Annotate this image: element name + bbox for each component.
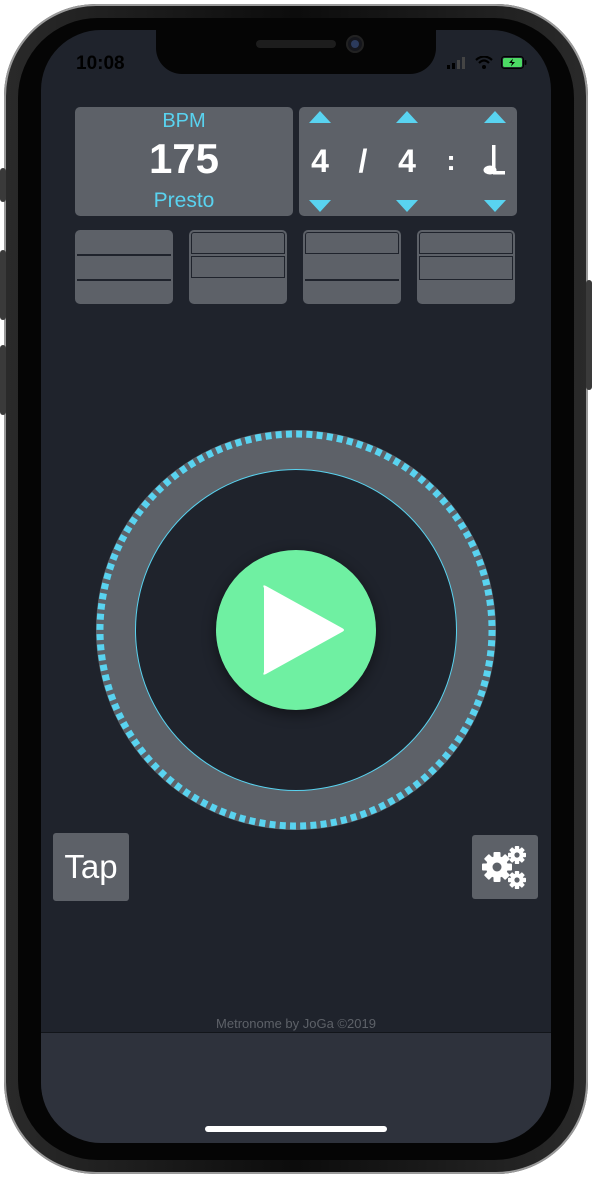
beats-value: 4	[311, 143, 329, 179]
status-time: 10:08	[76, 53, 125, 74]
bpm-value: 175	[148, 135, 220, 182]
play-button[interactable]	[216, 550, 376, 710]
wifi-icon	[475, 56, 493, 69]
beats-down-arrow[interactable]	[309, 200, 331, 212]
status-icons	[447, 56, 527, 69]
beat-segment	[191, 256, 285, 278]
note-icon	[483, 145, 505, 175]
speaker-grille	[256, 40, 336, 48]
gear-icon	[482, 846, 526, 889]
beat-divider	[77, 254, 171, 256]
beat-segment	[419, 256, 513, 280]
beat-segment	[419, 232, 513, 254]
beats-up-arrow[interactable]	[309, 111, 331, 123]
bpm-label: BPM	[162, 110, 206, 132]
footer-credit: Metronome by JoGa ©2019	[216, 1016, 376, 1031]
side-button-power	[586, 280, 592, 390]
notch	[156, 30, 436, 74]
settings-button[interactable]	[472, 835, 538, 899]
side-button-volume-up	[0, 250, 6, 320]
time-signature-panel: 4 / 4 :	[299, 107, 517, 216]
signal-icon	[447, 56, 465, 69]
play-icon	[263, 585, 344, 675]
home-indicator[interactable]	[205, 1126, 387, 1132]
subdivision-down-arrow[interactable]	[484, 200, 506, 212]
tap-button[interactable]: Tap	[53, 833, 129, 901]
beat-segment	[191, 232, 285, 254]
beat-box-3[interactable]	[303, 230, 401, 304]
note-value: 4	[398, 143, 416, 179]
beat-box-1[interactable]	[75, 230, 173, 304]
subdivision-up-arrow[interactable]	[484, 111, 506, 123]
tempo-name: Presto	[153, 189, 215, 212]
note-value-up-arrow[interactable]	[396, 111, 418, 123]
beat-segment	[305, 232, 399, 254]
note-value-down-arrow[interactable]	[396, 200, 418, 212]
beat-box-2[interactable]	[189, 230, 287, 304]
battery-icon	[501, 56, 527, 69]
beat-box-4[interactable]	[417, 230, 515, 304]
bpm-panel[interactable]: BPM 175 Presto	[75, 107, 293, 216]
beat-divider	[77, 279, 171, 281]
ts-separator: /	[358, 143, 368, 179]
beat-divider	[305, 279, 399, 281]
side-button-volume-down	[0, 345, 6, 415]
side-button-silent	[0, 168, 6, 202]
front-camera	[346, 35, 364, 53]
ts-colon: :	[446, 145, 456, 176]
